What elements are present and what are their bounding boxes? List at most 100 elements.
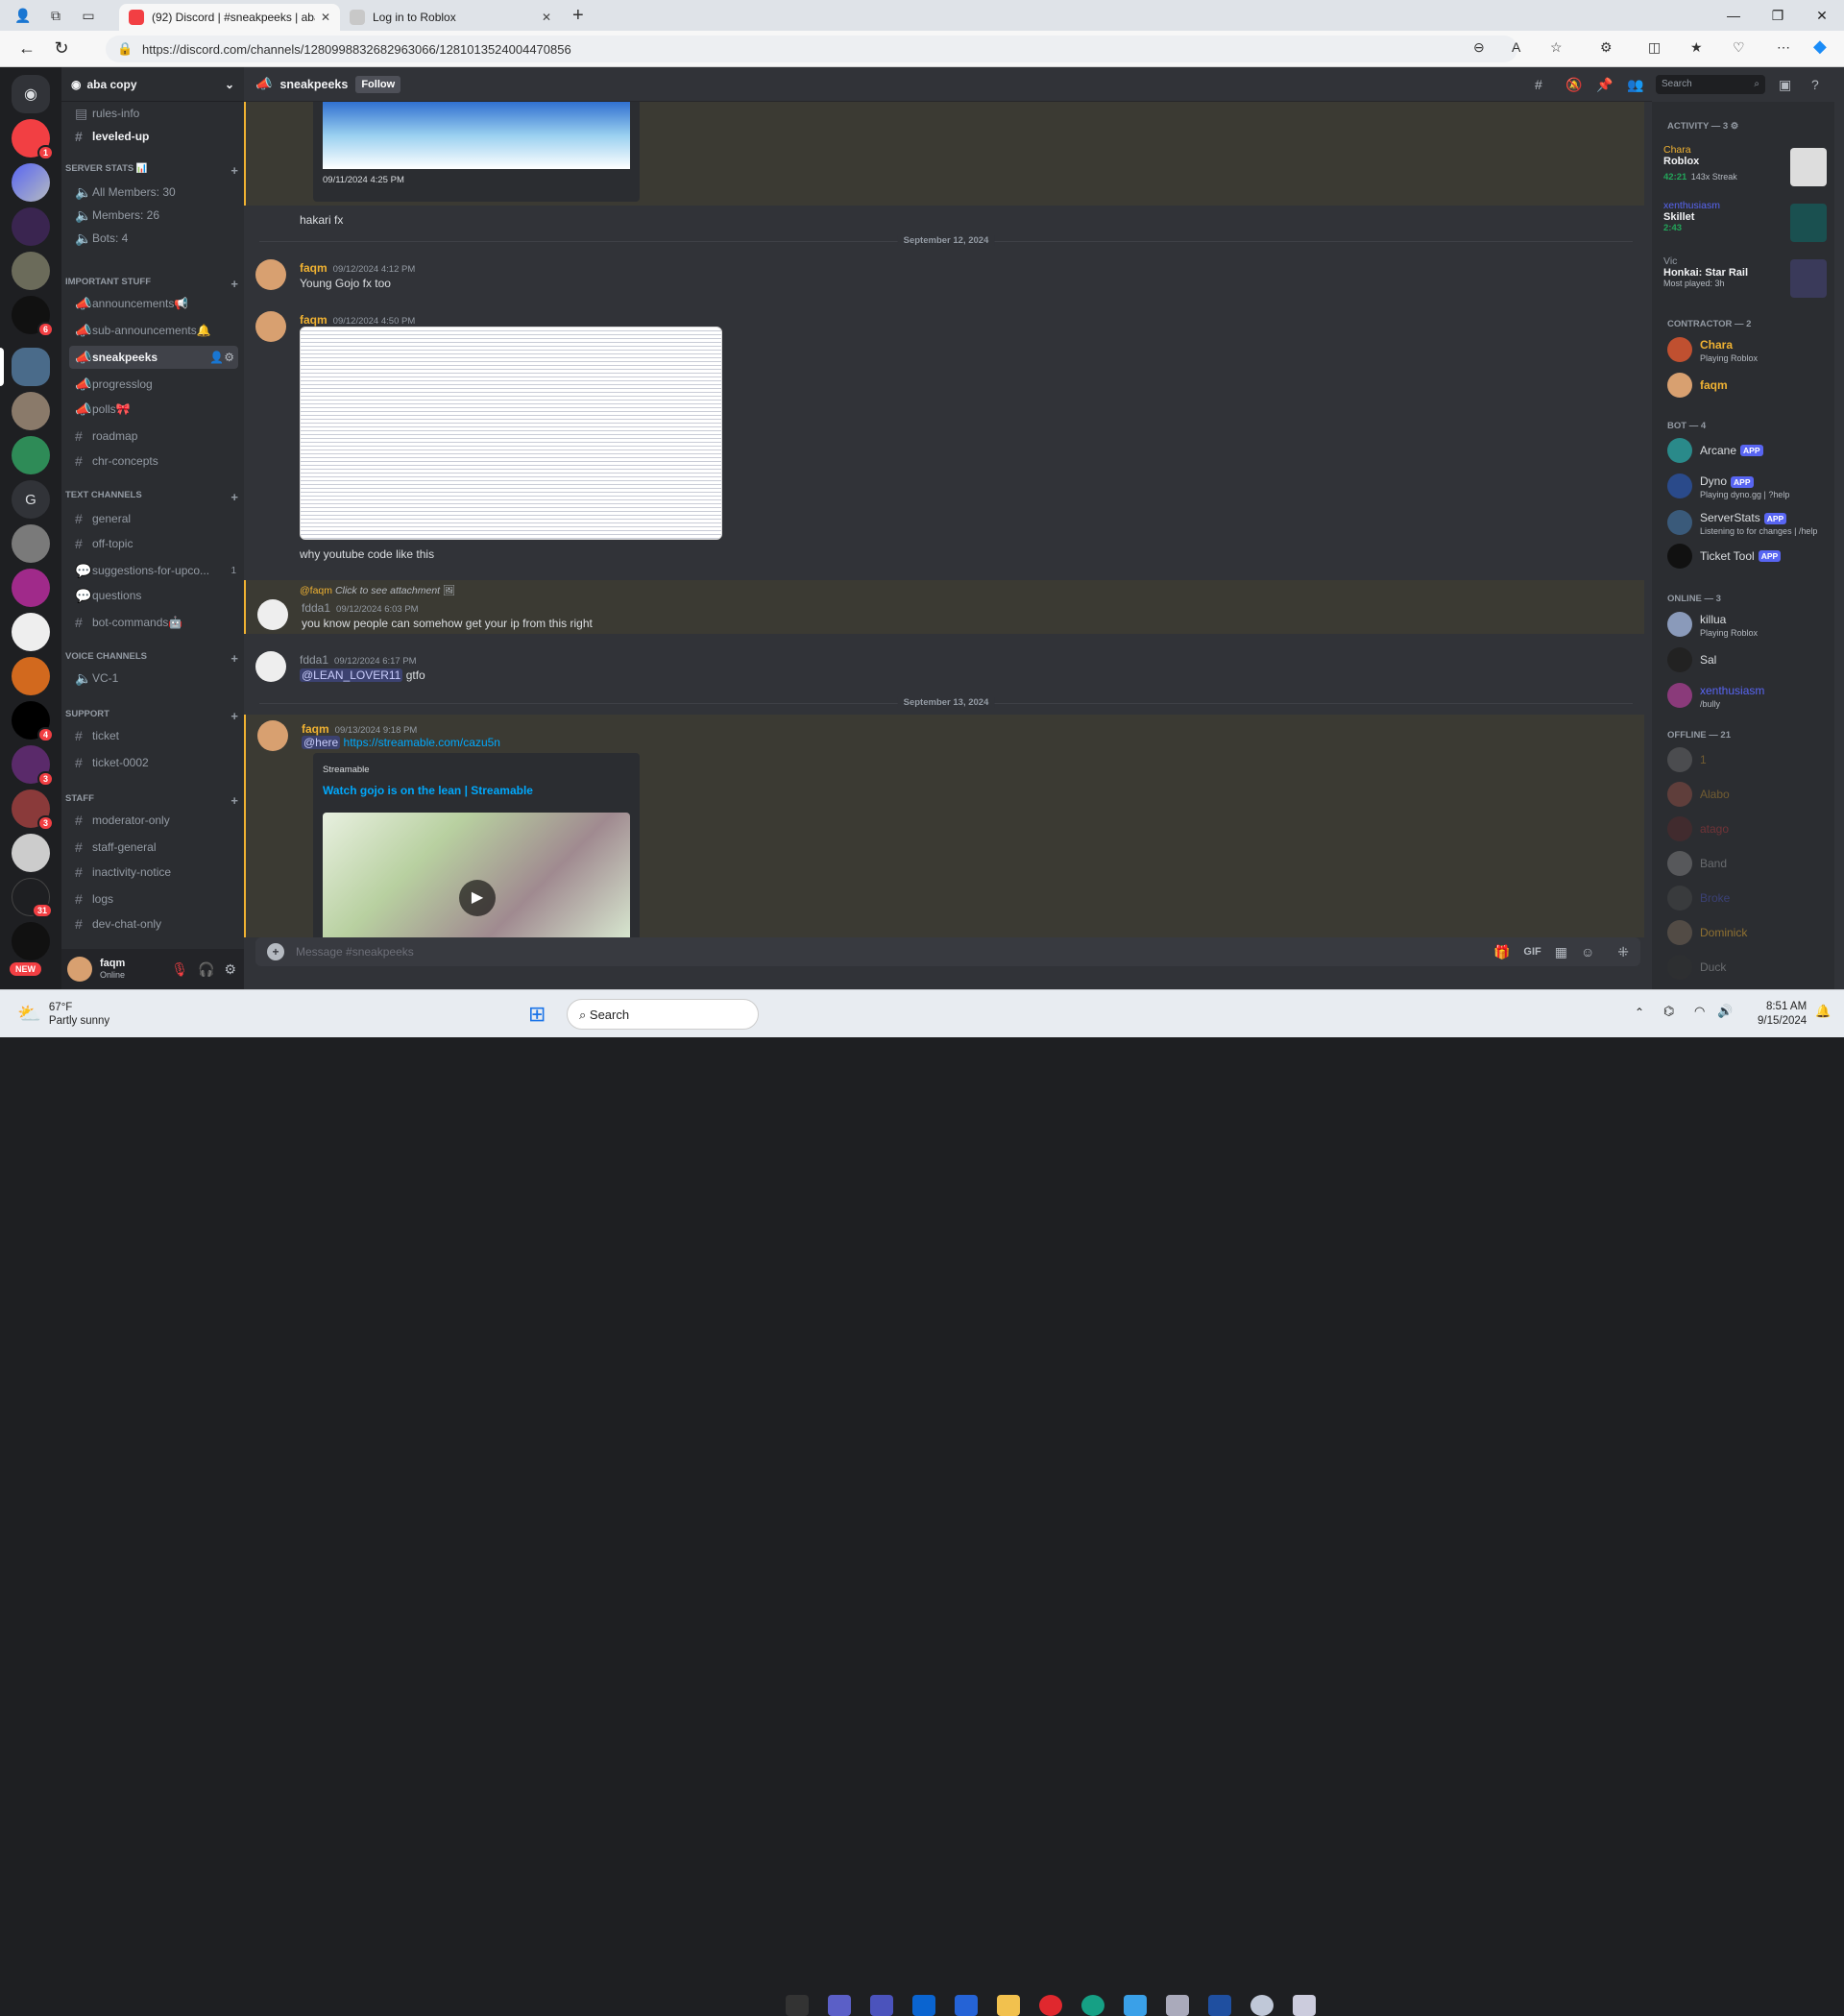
app-icon[interactable] — [1166, 1995, 1189, 2016]
member-item[interactable]: Dominick — [1667, 920, 1831, 945]
add-channel-icon[interactable]: + — [230, 163, 238, 178]
browser-essentials-icon[interactable]: ♡ — [1733, 39, 1745, 56]
category-server-stats[interactable]: SERVER STATS 📊 + — [65, 163, 238, 178]
server-icon[interactable]: 1 — [12, 119, 54, 160]
server-icon[interactable]: 6 — [12, 296, 54, 337]
inbox-icon[interactable]: ▣ — [1779, 77, 1791, 93]
add-channel-icon[interactable]: + — [230, 277, 238, 291]
server-icon[interactable] — [12, 834, 50, 872]
member-item[interactable]: ServerStats APP Listening to for changes |… — [1667, 509, 1831, 536]
store-icon[interactable] — [955, 1995, 978, 2016]
server-icon[interactable] — [12, 252, 50, 290]
channel-sub-announcements[interactable]: 📣 sub-announcements🔔 — [69, 319, 238, 342]
user-mention[interactable]: @LEAN_LOVER11 — [300, 668, 403, 682]
member-list-icon[interactable]: 👥 — [1627, 77, 1643, 93]
favorites-icon[interactable]: ★ — [1690, 39, 1703, 56]
embed-title[interactable]: Watch gojo is on the lean | Streamable — [323, 784, 533, 797]
help-icon[interactable]: ? — [1811, 77, 1819, 92]
app-icon[interactable] — [1250, 1995, 1274, 2016]
opera-icon[interactable] — [1039, 1995, 1062, 2016]
channel-bot-commands[interactable]: # bot-commands🤖 — [69, 611, 238, 634]
server-icon[interactable]: 3 — [12, 789, 54, 831]
server-header[interactable]: ◉ aba copy ⌄ — [61, 67, 244, 102]
server-icon[interactable]: 3 — [12, 745, 54, 787]
avatar[interactable] — [257, 720, 288, 751]
avatar[interactable] — [67, 957, 92, 982]
follow-button[interactable]: Follow — [355, 75, 401, 93]
channel-vc-1[interactable]: 🔈 VC-1 — [69, 667, 238, 690]
member-item[interactable]: Band — [1667, 851, 1831, 876]
taskbar-search[interactable]: ⌕ Search — [567, 999, 759, 1030]
new-badge[interactable]: NEW — [10, 962, 41, 976]
category-staff[interactable]: STAFF + — [65, 793, 238, 808]
channel-polls[interactable]: 📣 polls🎀 — [69, 398, 238, 421]
favorite-star-icon[interactable]: ☆ — [1550, 39, 1563, 56]
server-icon-active[interactable] — [12, 348, 50, 386]
channel-sneakpeeks[interactable]: 📣 sneakpeeks 👤⚙ — [69, 346, 238, 369]
notification-bell-icon[interactable]: 🔕 — [1565, 77, 1582, 93]
message-link[interactable]: https://streamable.com/cazu5n — [344, 736, 500, 749]
gif-icon[interactable]: GIF — [1523, 946, 1541, 958]
message-author[interactable]: faqm — [300, 261, 328, 275]
zoom-app-icon[interactable] — [828, 1995, 851, 2016]
member-item[interactable]: atago — [1667, 816, 1831, 841]
restore-icon[interactable]: ❐ — [1756, 0, 1800, 31]
attachment-image[interactable] — [323, 102, 630, 169]
extensions-icon[interactable]: ⚙ — [1600, 39, 1613, 56]
minimize-icon[interactable]: — — [1711, 0, 1756, 31]
mic-muted-icon[interactable]: 🎙 — [171, 961, 188, 978]
member-item[interactable]: Duck — [1667, 955, 1831, 980]
server-icon[interactable] — [12, 392, 50, 430]
avatar[interactable] — [255, 259, 286, 290]
member-item[interactable]: killua Playing Roblox — [1667, 611, 1831, 638]
invite-settings-icons[interactable]: 👤⚙ — [209, 351, 234, 364]
search-input[interactable]: Search ⌕ — [1656, 75, 1765, 94]
server-icon[interactable]: 31 — [12, 878, 53, 918]
code-screenshot-attachment[interactable] — [300, 327, 722, 540]
channel-logs[interactable]: # logs — [69, 887, 238, 911]
channel-off-topic[interactable]: # off-topic — [69, 532, 238, 555]
channel-roadmap[interactable]: # roadmap — [69, 425, 238, 448]
sticker-icon[interactable]: ▦ — [1555, 944, 1567, 960]
channel-moderator-only[interactable]: # moderator-only — [69, 809, 238, 832]
server-icon[interactable] — [12, 436, 50, 474]
channel-all-members[interactable]: 🔈 All Members: 30 — [69, 181, 238, 204]
read-aloud-icon[interactable]: A — [1512, 39, 1520, 55]
server-icon[interactable] — [12, 613, 50, 651]
member-item[interactable]: Broke — [1667, 886, 1831, 911]
channel-announcements[interactable]: 📣 announcements📢 — [69, 292, 238, 315]
server-icon[interactable] — [12, 524, 50, 563]
channel-members[interactable]: 🔈 Members: 26 — [69, 204, 238, 227]
close-tab-icon[interactable]: ✕ — [321, 11, 330, 24]
channel-questions[interactable]: 💬 questions — [69, 584, 238, 607]
channel-rules-info[interactable]: ▤ rules-info — [69, 102, 238, 125]
clock[interactable]: 8:51 AM 9/15/2024 — [1758, 1000, 1807, 1029]
category-support[interactable]: SUPPORT + — [65, 709, 238, 723]
reply-author[interactable]: @faqm — [300, 585, 332, 596]
server-icon[interactable] — [12, 922, 50, 960]
server-icon[interactable]: 4 — [12, 701, 54, 742]
mail-icon[interactable] — [912, 1995, 935, 2016]
message-author[interactable]: fdda1 — [300, 653, 328, 667]
pinned-messages-icon[interactable]: 📌 — [1596, 77, 1613, 93]
channel-dev-chat-only[interactable]: # dev-chat-only — [69, 912, 238, 935]
server-icon[interactable] — [12, 207, 50, 246]
server-icon[interactable] — [12, 657, 50, 695]
member-item[interactable]: Arcane APP — [1667, 438, 1831, 463]
channel-chr-concepts[interactable]: # chr-concepts — [69, 449, 238, 473]
start-windows-icon[interactable]: ⊞ — [528, 1002, 546, 1027]
member-item[interactable]: 1 — [1667, 747, 1831, 772]
app-icon[interactable] — [1293, 1995, 1316, 2016]
category-important-stuff[interactable]: IMPORTANT STUFF + — [65, 277, 238, 291]
message-author[interactable]: faqm — [302, 722, 329, 736]
here-mention[interactable]: @here — [302, 736, 341, 749]
channel-ticket[interactable]: # ticket — [69, 724, 238, 747]
member-item[interactable]: Dyno APP Playing dyno.gg | ?help — [1667, 473, 1831, 499]
edge-icon[interactable] — [1081, 1995, 1104, 2016]
member-item[interactable]: faqm — [1667, 373, 1831, 398]
channel-bots[interactable]: 🔈 Bots: 4 — [69, 227, 238, 250]
avatar[interactable] — [255, 311, 286, 342]
task-view-icon[interactable] — [786, 1995, 809, 2016]
teams-icon[interactable] — [870, 1995, 893, 2016]
chevron-up-icon[interactable]: ⌃ — [1635, 1006, 1644, 1019]
